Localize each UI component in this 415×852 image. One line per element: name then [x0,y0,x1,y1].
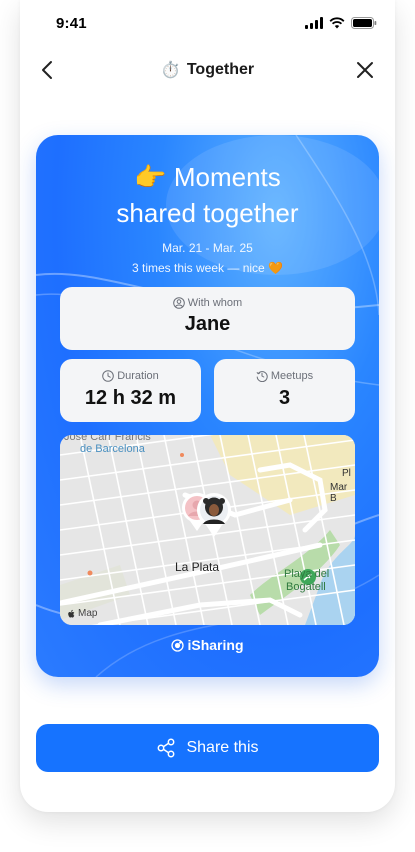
status-icons [305,17,377,29]
share-button-label: Share this [186,739,259,756]
duration-box: Duration 12 h 32 m [60,359,201,422]
card-title-line2: shared together [116,198,299,228]
nav-title-text: Together [186,61,255,78]
clock-icon [102,370,115,382]
status-time: 9:41 [56,15,87,32]
map-label-street: Jose Carr Francis [64,435,151,443]
duration-label-text: Duration [117,370,159,382]
with-whom-label: With whom [60,297,355,309]
meetup-map[interactable]: Jose Carr Francis de Barcelona La Plata … [60,435,355,625]
map-label-playa-1: Playa del [284,568,330,580]
map-label-barcelona: de Barcelona [80,443,145,455]
meetups-box: Meetups 3 [214,359,355,422]
map-label-la-plata: La Plata [175,560,220,574]
history-icon [256,371,268,382]
person-circle-icon [172,297,185,309]
date-range: Mar. 21 - Mar. 25 [162,241,253,255]
close-icon[interactable] [353,58,377,82]
moments-card: 👉 Moments shared together Mar. 21 - Mar.… [36,135,379,677]
with-whom-label-text: With whom [187,297,243,309]
map-attribution-text: Map [78,608,98,619]
battery-icon [351,17,377,29]
map-label-right-1: Pl [342,468,351,479]
nav-title: ⏱️ Together [20,60,395,80]
isharing-brand: iSharing [36,637,379,653]
weekly-note: 3 times this week — nice 🧡 [132,261,283,275]
isharing-logo-icon [171,638,185,652]
signal-icon [305,17,323,29]
duration-label: Duration [60,370,201,382]
apple-logo-icon [68,609,75,618]
pointing-hand-icon: 👉 [134,162,167,192]
duration-value: 12 h 32 m [84,387,177,409]
map-attribution: Map [67,608,97,619]
user-avatar-pin[interactable] [194,491,234,539]
status-bar: 9:41 [20,0,395,48]
phone-screen: 9:41 ⏱️ Together 👉 Moments shared togeth… [20,0,395,812]
map-label-playa-2: Bogatell [286,581,326,593]
meetups-label-text: Meetups [270,370,314,382]
meetups-value: 3 [278,387,291,409]
meetups-label: Meetups [214,370,355,382]
share-icon [158,738,175,758]
with-whom-box: With whom Jane [60,287,355,350]
share-button[interactable]: Share this [36,724,379,772]
map-label-right-2: Mar B [330,482,348,504]
wifi-icon [329,17,345,29]
card-title: 👉 Moments shared together [36,159,379,231]
isharing-brand-text: iSharing [187,637,244,653]
stopwatch-icon: ⏱️ [160,62,181,79]
nav-bar: ⏱️ Together [20,48,395,92]
with-whom-value: Jane [184,313,231,335]
card-title-line1: Moments [173,162,281,192]
